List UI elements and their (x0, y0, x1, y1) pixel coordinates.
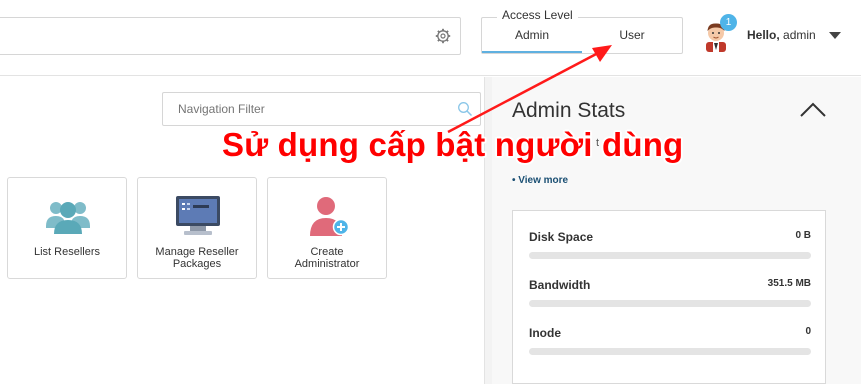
global-search-input[interactable] (0, 17, 461, 55)
stat-name: Bandwidth (529, 278, 591, 292)
users-group-icon (46, 202, 90, 234)
monitor-package-icon (176, 196, 220, 235)
tile-label: List Resellers (33, 246, 101, 258)
stat-value: 0 B (795, 230, 811, 241)
greeting-prefix: Hello, (747, 28, 780, 42)
admin-stats-title: Admin Stats (512, 99, 626, 122)
top-header: Access Level Admin User 1 Hello, admin (0, 0, 861, 76)
tile-label-line2: Administrator (294, 258, 360, 270)
stat-name: Inode (529, 326, 561, 340)
stat-name: Disk Space (529, 230, 594, 244)
chevron-up-icon[interactable] (800, 101, 826, 119)
stats-card: Disk Space 0 B Bandwidth 351.5 MB Inode … (512, 210, 826, 384)
stat-progress-bar (529, 348, 811, 355)
user-greeting[interactable]: Hello, admin (747, 28, 816, 42)
notification-badge[interactable]: 1 (720, 14, 737, 31)
admin-stats-panel: Admin Stats t • View more Disk Space 0 B… (492, 77, 861, 384)
view-more-link[interactable]: • View more (512, 175, 568, 186)
list-resellers-tile[interactable]: List Resellers (7, 177, 127, 279)
tile-label-line1: Create (310, 246, 344, 258)
main-content: List Resellers Manage Reseller Packages … (0, 77, 484, 384)
search-icon[interactable] (457, 101, 473, 117)
chevron-down-icon[interactable] (829, 32, 841, 39)
add-user-icon (310, 197, 350, 236)
username: admin (783, 28, 816, 42)
annotation-text: Sử dụng cấp bật người dùng (222, 126, 684, 163)
pane-scrollbar[interactable] (484, 77, 492, 384)
stat-progress-bar (529, 252, 811, 259)
stat-progress-bar (529, 300, 811, 307)
gear-icon[interactable] (435, 28, 451, 44)
navigation-filter-input[interactable] (162, 92, 481, 126)
manage-reseller-packages-tile[interactable]: Manage Reseller Packages (137, 177, 257, 279)
stat-value: 0 (805, 326, 811, 337)
create-administrator-tile[interactable]: Create Administrator (267, 177, 387, 279)
stat-value: 351.5 MB (767, 278, 811, 289)
tile-label-line2: Packages (172, 258, 222, 270)
tile-label-line1: Manage Reseller (155, 246, 239, 258)
access-level-user-tab[interactable]: User (582, 18, 682, 53)
access-level-admin-tab[interactable]: Admin (482, 18, 582, 53)
